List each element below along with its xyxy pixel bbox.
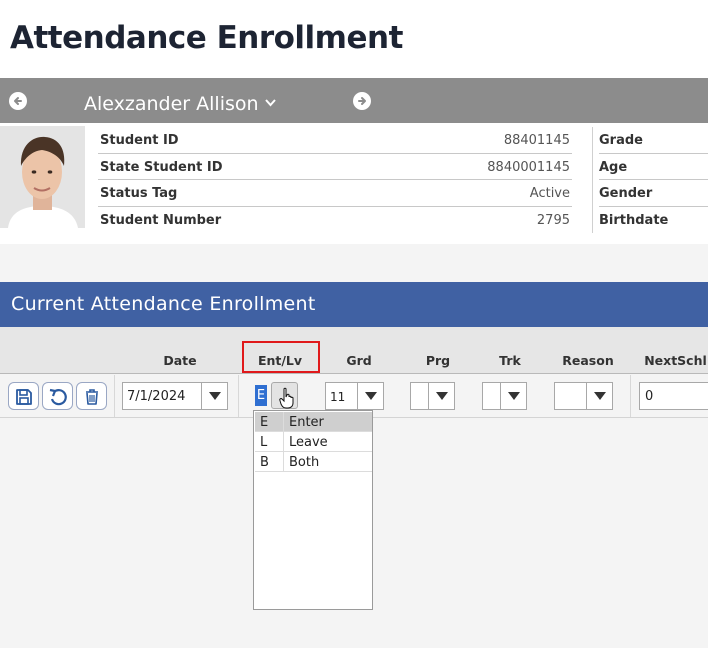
info-row-grade: Grade (599, 127, 708, 154)
student-name: Alexzander Allison (84, 93, 259, 115)
dropdown-arrow-icon (209, 392, 221, 400)
option-label: Enter (289, 415, 324, 430)
dropdown-arrow-icon (436, 392, 448, 400)
arrow-right-icon (358, 97, 366, 105)
option-label: Both (289, 455, 320, 470)
chevron-down-icon (264, 90, 276, 112)
save-icon (16, 389, 32, 405)
info-label: State Student ID (100, 159, 223, 175)
info-row-student-id: Student ID 88401145 (98, 127, 572, 154)
column-header-trk[interactable]: Trk (485, 353, 535, 368)
date-value: 7/1/2024 (127, 389, 186, 404)
student-info-column-1: Student ID 88401145 State Student ID 884… (98, 127, 572, 233)
info-row-status-tag: Status Tag Active (98, 180, 572, 207)
page-header: Attendance Enrollment (0, 0, 708, 78)
entlv-selected-value: E (255, 385, 267, 406)
next-student-button[interactable] (353, 92, 371, 110)
prg-select[interactable] (410, 382, 455, 410)
info-row-gender: Gender (599, 180, 708, 207)
section-title: Current Attendance Enrollment (11, 293, 316, 315)
info-value: Active (529, 186, 570, 201)
column-header-grd[interactable]: Grd (334, 353, 384, 368)
entlv-option-leave[interactable]: L Leave (255, 432, 372, 452)
nextschl-value: 0 (645, 389, 654, 404)
column-header-prg[interactable]: Prg (413, 353, 463, 368)
info-label: Student ID (100, 133, 179, 148)
option-code: B (260, 455, 269, 470)
column-header-nextschl[interactable]: NextSchl (643, 353, 708, 368)
dropdown-arrow-icon (508, 392, 520, 400)
info-value: 8840001145 (487, 159, 570, 175)
info-label: Grade (599, 133, 643, 148)
entlv-option-enter[interactable]: E Enter (255, 412, 372, 432)
option-code: E (260, 415, 269, 430)
arrow-left-icon (14, 97, 22, 105)
info-row-age: Age (599, 154, 708, 180)
info-label: Status Tag (100, 186, 178, 201)
trk-select[interactable] (482, 382, 527, 410)
student-photo (0, 126, 85, 228)
option-divider (283, 432, 284, 452)
option-code: L (260, 435, 268, 450)
date-dropdown-button[interactable] (201, 383, 227, 409)
entlv-highlight-box (242, 341, 320, 373)
cell-divider (114, 375, 115, 417)
delete-button[interactable] (76, 382, 107, 410)
student-info-panel: Student ID 88401145 State Student ID 884… (0, 123, 708, 244)
date-field[interactable]: 7/1/2024 (122, 382, 228, 410)
prg-dropdown-button[interactable] (428, 383, 454, 409)
student-info-column-2: Grade Age Gender Birthdate (592, 127, 708, 233)
reason-select[interactable] (554, 382, 613, 410)
trk-dropdown-button[interactable] (500, 383, 526, 409)
student-nav-bar: Alexzander Allison (0, 78, 708, 123)
option-divider (283, 412, 284, 432)
grd-value: 11 (330, 390, 346, 404)
reason-dropdown-button[interactable] (586, 383, 612, 409)
info-label: Birthdate (599, 212, 669, 228)
info-label: Gender (599, 186, 653, 201)
info-label: Student Number (100, 212, 222, 228)
column-header-reason[interactable]: Reason (558, 353, 618, 368)
info-value: 2795 (536, 212, 570, 228)
info-label: Age (599, 159, 628, 175)
undo-icon (49, 388, 67, 406)
grd-select[interactable]: 11 (325, 382, 384, 410)
cell-divider (630, 375, 631, 417)
page-title: Attendance Enrollment (10, 20, 403, 56)
grd-dropdown-button[interactable] (357, 383, 383, 409)
dropdown-arrow-icon (365, 392, 377, 400)
previous-student-button[interactable] (9, 92, 27, 110)
option-label: Leave (289, 435, 328, 450)
info-row-birthdate: Birthdate (599, 207, 708, 234)
info-row-student-number: Student Number 2795 (98, 207, 572, 234)
grid-column-headers: Date Ent/Lv Grd Prg Trk Reason NextSchl (0, 327, 708, 374)
entlv-option-both[interactable]: B Both (255, 452, 372, 472)
info-row-state-student-id: State Student ID 8840001145 (98, 154, 572, 180)
save-button[interactable] (8, 382, 39, 410)
student-name-dropdown[interactable]: Alexzander Allison (84, 90, 276, 115)
option-divider (283, 452, 284, 472)
trash-icon (86, 389, 98, 405)
column-header-date[interactable]: Date (150, 353, 210, 368)
info-value: 88401145 (503, 133, 570, 148)
cell-divider (238, 375, 239, 417)
entlv-dropdown-list: E Enter L Leave B Both (253, 410, 373, 610)
undo-button[interactable] (42, 382, 73, 410)
section-header: Current Attendance Enrollment (0, 282, 708, 327)
nextschl-input[interactable]: 0 (639, 382, 708, 410)
dropdown-arrow-icon (594, 392, 606, 400)
